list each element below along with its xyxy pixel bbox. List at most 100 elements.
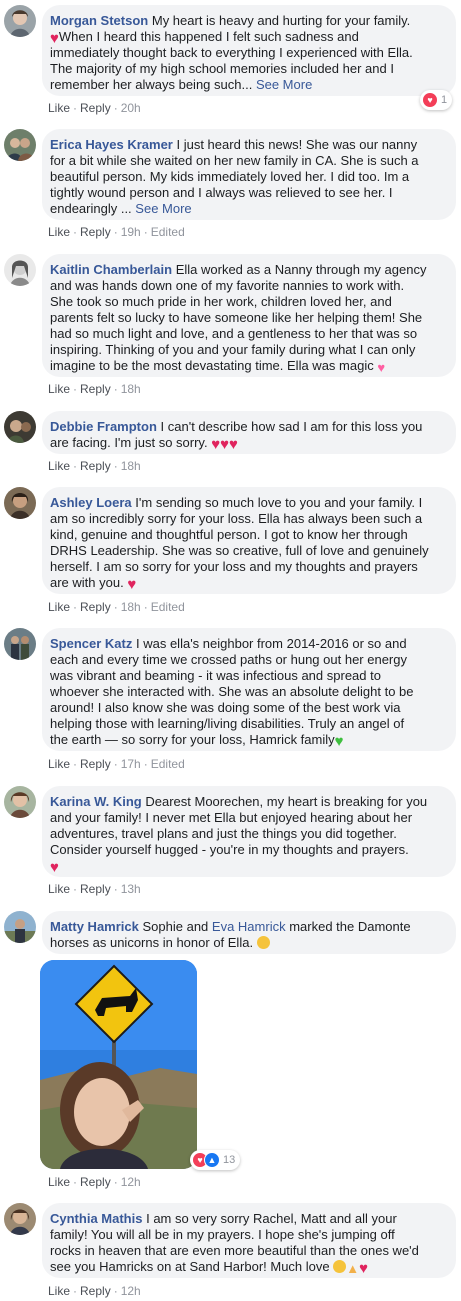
comment-text: The majority of my high school memories … [50,61,394,76]
reaction-summary[interactable]: ♥ ▲ 13 [190,1150,241,1170]
comment-timestamp[interactable]: 18h [121,459,141,473]
comment-bubble: Ashley Loera I'm sending so much love to… [42,487,456,594]
comment-author[interactable]: Spencer Katz [50,636,132,651]
like-link[interactable]: Like [48,600,70,614]
like-link[interactable]: Like [48,1175,70,1189]
comment-text: tightly wound person and I always was re… [50,185,393,200]
comment-timestamp[interactable]: 20h [121,101,141,115]
reaction-count: 13 [223,1154,236,1166]
edited-label[interactable]: Edited [151,757,185,771]
reply-link[interactable]: Reply [80,382,111,396]
comment-author[interactable]: Ashley Loera [50,495,132,510]
comment-author[interactable]: Kaitlin Chamberlain [50,262,172,277]
comment-text: remember her always being such... [50,77,253,92]
comment-author[interactable]: Cynthia Mathis [50,1211,142,1226]
comment-text: family! You will all be in my prayers. I… [50,1227,395,1242]
like-link[interactable]: Like [48,459,70,473]
comment-text: My heart is heavy and hurting for your f… [151,13,411,28]
avatar[interactable] [4,254,36,286]
comment-timestamp[interactable]: 18h [121,600,141,614]
like-link[interactable]: Like [48,882,70,896]
comment-author[interactable]: Debbie Frampton [50,419,157,434]
comment-text: was vibrant and beaming - it was infecti… [50,668,381,683]
comment-timestamp[interactable]: 12h [121,1284,141,1298]
red-heart-icon: ♥ [127,576,137,593]
reply-link[interactable]: Reply [80,101,111,115]
reply-link[interactable]: Reply [80,600,111,614]
comment-text: rocks in heaven that are even more beaut… [50,1243,419,1258]
sad-face-icon [333,1260,347,1273]
reply-link[interactable]: Reply [80,459,111,473]
comment-text: am so incredibly sorry for your loss. El… [50,511,423,526]
like-link[interactable]: Like [48,382,70,396]
comment-text: DRHS Leadership. She was so creative, fu… [50,543,429,558]
comment-bubble: Morgan Stetson My heart is heavy and hur… [42,5,456,96]
reply-link[interactable]: Reply [80,1175,111,1189]
like-link[interactable]: Like [48,225,70,239]
comment-text: for a bit while she waited on her new fa… [50,153,419,168]
comment-timestamp[interactable]: 17h [121,757,141,771]
comment-author[interactable]: Matty Hamrick [50,919,139,934]
like-reaction-icon: ▲ [204,1152,220,1168]
comment-author[interactable]: Karina W. King [50,794,142,809]
comment-text: whoever she interacted with. She was an … [50,684,414,699]
comment-text: I was ella's neighbor from 2014-2016 or … [136,636,407,651]
like-link[interactable]: Like [48,101,70,115]
avatar[interactable] [4,911,36,943]
comment-timestamp[interactable]: 13h [121,882,141,896]
see-more-link[interactable]: See More [135,201,191,216]
comment-bubble: Matty Hamrick Sophie and Eva Hamrick mar… [42,911,456,954]
reply-link[interactable]: Reply [80,1284,111,1298]
comment-actions: Like · Reply · 13h [48,882,141,896]
avatar[interactable] [4,411,36,443]
comment-text: Dearest Moorechen, my heart is breaking … [145,794,428,809]
comment-text: helping those with learning/living disab… [50,716,405,731]
comment-bubble: Erica Hayes Kramer I just heard this new… [42,129,456,220]
comment-actions: Like · Reply · 19h · Edited [48,225,185,239]
avatar[interactable] [4,786,36,818]
comment-text: had so much light and love, and a gentle… [50,326,418,341]
comment-actions: Like · Reply · 12h [48,1284,141,1298]
red-heart-icon: ♥ [211,436,221,453]
comment-text: horses as unicorns in honor of Ella. [50,935,254,950]
attached-photo[interactable] [40,960,197,1169]
comment-author[interactable]: Erica Hayes Kramer [50,137,173,152]
like-link[interactable]: Like [48,757,70,771]
comment-text: marked the Damonte [289,919,411,934]
comment-bubble: Kaitlin Chamberlain Ella worked as a Nan… [42,254,456,377]
comment-author[interactable]: Morgan Stetson [50,13,148,28]
comment-bubble: Debbie Frampton I can't describe how sad… [42,411,456,454]
sparkling-heart-icon: ♥ [377,360,386,375]
comment-text: around! I also know she was doing some o… [50,700,401,715]
like-link[interactable]: Like [48,1284,70,1298]
comment-text: immediately thought back to everything I… [50,45,413,60]
comment-timestamp[interactable]: 12h [121,1175,141,1189]
comment-actions: Like · Reply · 12h [48,1175,141,1189]
edited-label[interactable]: Edited [151,600,185,614]
comment-text: imagine to be the most devastating time.… [50,358,374,373]
avatar[interactable] [4,487,36,519]
comment-timestamp[interactable]: 18h [121,382,141,396]
red-heart-icon: ♥ [50,859,59,876]
reply-link[interactable]: Reply [80,882,111,896]
reply-link[interactable]: Reply [80,225,111,239]
see-more-link[interactable]: See More [256,77,312,92]
avatar[interactable] [4,129,36,161]
avatar[interactable] [4,1203,36,1235]
avatar[interactable] [4,5,36,37]
avatar[interactable] [4,628,36,660]
comment-actions: Like · Reply · 18h [48,459,141,473]
comment-text: Sophie and [142,919,209,934]
comment-text: inspiring. Thinking of you and your fami… [50,342,416,357]
comment-text: kind, genuine and thoughtful person. I g… [50,527,408,542]
edited-label[interactable]: Edited [151,225,185,239]
reply-link[interactable]: Reply [80,757,111,771]
comment-timestamp[interactable]: 19h [121,225,141,239]
comment-bubble: Spencer Katz I was ella's neighbor from … [42,628,456,751]
comment-text: I can't describe how sad I am for this l… [160,419,423,434]
comment-text: adventures, travel plans and just the th… [50,826,397,841]
comment-text: I just heard this news! She was our nann… [176,137,418,152]
mention-link[interactable]: Eva Hamrick [212,919,286,934]
comment-text: I am so very sorry Rachel, Matt and all … [146,1211,397,1226]
reaction-summary[interactable]: ♥ 1 [420,90,453,110]
